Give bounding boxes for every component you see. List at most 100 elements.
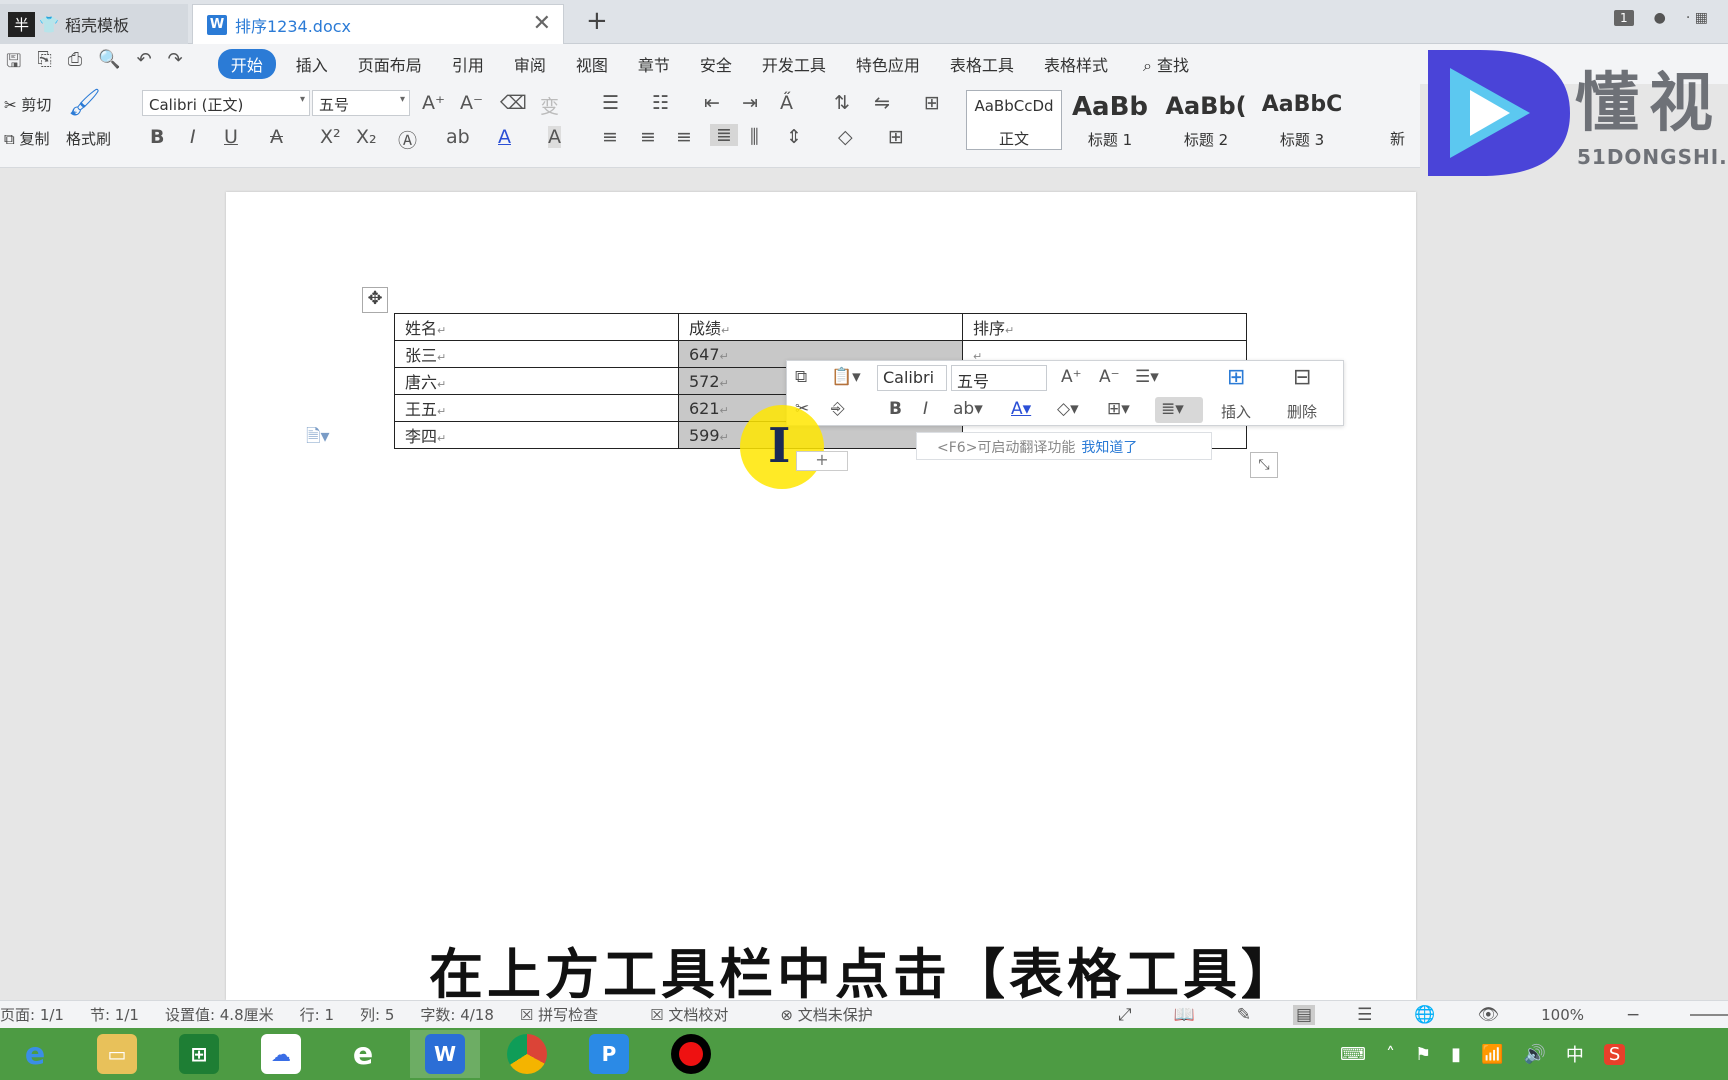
taskbar-ie[interactable]: e: [0, 1030, 70, 1078]
menu-table-style[interactable]: 表格样式: [1044, 52, 1108, 76]
keyboard-icon[interactable]: ⌨: [1340, 1044, 1366, 1065]
status-proofread[interactable]: ☒ 文档校对: [650, 1004, 754, 1025]
format-painter-label[interactable]: 格式刷: [66, 128, 111, 149]
taskbar-p-app[interactable]: P: [574, 1030, 644, 1078]
menu-security[interactable]: 安全: [700, 52, 732, 76]
align-left-icon[interactable]: ≡: [602, 126, 618, 148]
shrink-font-icon[interactable]: A⁻: [1099, 367, 1120, 387]
table-header-cell[interactable]: 姓名↵: [394, 313, 679, 341]
page-view-icon[interactable]: ▤: [1293, 1004, 1316, 1025]
taskbar-store[interactable]: ⊞: [164, 1030, 234, 1078]
grow-font-icon[interactable]: A⁺: [1061, 367, 1082, 387]
save-icon[interactable]: 🖫: [6, 49, 21, 79]
status-words[interactable]: 字数: 4/18: [420, 1004, 494, 1025]
change-case-icon[interactable]: A̋: [780, 92, 793, 114]
status-spell-check[interactable]: ☒ 拼写检查: [520, 1004, 624, 1025]
eye-protect-icon[interactable]: 👁: [1478, 1005, 1500, 1025]
distributed-icon[interactable]: ⫼: [750, 126, 759, 148]
borders-icon[interactable]: ⊞: [888, 126, 904, 148]
superscript-icon[interactable]: X²: [320, 126, 341, 148]
increase-indent-icon[interactable]: ⇥: [742, 92, 758, 114]
tip-dismiss-link[interactable]: 我知道了: [1081, 440, 1137, 456]
line-spacing-icon[interactable]: ⇋: [874, 92, 890, 114]
style-heading-2[interactable]: AaBb( 标题 2: [1158, 90, 1254, 150]
italic-icon[interactable]: I: [923, 399, 928, 419]
borders-icon[interactable]: ⊞▾: [1107, 399, 1130, 419]
search-menu[interactable]: ⌕ 查找: [1143, 52, 1189, 76]
delete-table-icon[interactable]: ⊟: [1293, 365, 1311, 390]
table-header-cell[interactable]: 成绩↵: [678, 313, 963, 341]
taskbar-chrome[interactable]: [492, 1030, 562, 1078]
align-icon[interactable]: ≣▾: [1161, 399, 1184, 419]
font-size-select[interactable]: 五号 ▾: [312, 90, 410, 116]
menu-special[interactable]: 特色应用: [856, 52, 920, 76]
strikethrough-icon[interactable]: A: [270, 126, 283, 148]
new-tab-button[interactable]: +: [586, 6, 608, 36]
bold-icon[interactable]: B: [150, 126, 164, 148]
taskbar-recorder[interactable]: [656, 1030, 726, 1078]
ime-indicator[interactable]: 中: [1566, 1041, 1584, 1067]
paste-options-icon[interactable]: 🗎▾: [306, 424, 330, 454]
table-cell[interactable]: 李四↵: [394, 421, 679, 449]
window-count-badge[interactable]: 1: [1614, 10, 1634, 26]
clear-format-icon[interactable]: ⌫: [500, 92, 527, 114]
subscript-icon[interactable]: X₂: [356, 126, 377, 148]
copy-button[interactable]: ⧉ 复制: [4, 128, 50, 149]
tray-chevron-up-icon[interactable]: ˄: [1386, 1044, 1395, 1065]
table-cell[interactable]: 张三↵: [394, 340, 679, 368]
text-effect-icon[interactable]: Ⓐ: [398, 126, 417, 153]
menu-developer[interactable]: 开发工具: [762, 52, 826, 76]
copy-icon[interactable]: ⧉: [795, 367, 807, 387]
menu-page-layout[interactable]: 页面布局: [358, 52, 422, 76]
underline-icon[interactable]: U: [224, 126, 238, 148]
insert-table-icon[interactable]: ⊞: [1227, 365, 1245, 390]
menu-view[interactable]: 视图: [576, 52, 608, 76]
mini-insert-label[interactable]: 插入: [1221, 401, 1251, 422]
phonetic-icon[interactable]: 变: [540, 92, 559, 119]
outline-view-icon[interactable]: ☰: [1357, 1005, 1372, 1025]
bold-icon[interactable]: B: [889, 399, 902, 419]
table-resize-icon[interactable]: ⤡: [1250, 452, 1278, 478]
highlight-icon[interactable]: ab▾: [953, 399, 983, 419]
edit-mode-icon[interactable]: ✎: [1237, 1005, 1251, 1025]
taskbar-wps[interactable]: W: [410, 1030, 480, 1078]
italic-icon[interactable]: I: [190, 126, 196, 148]
read-mode-icon[interactable]: 📖: [1174, 1005, 1195, 1025]
undo-icon[interactable]: ↶: [137, 49, 152, 79]
table-move-handle-icon[interactable]: ✥: [362, 287, 388, 313]
char-shading-icon[interactable]: A: [548, 126, 561, 148]
print-icon[interactable]: ⎙: [68, 49, 82, 79]
menu-sections[interactable]: 章节: [638, 52, 670, 76]
paragraph-spacing-icon[interactable]: ⇕: [786, 126, 802, 148]
format-painter-icon[interactable]: ⎆: [831, 399, 845, 419]
taskbar-explorer[interactable]: ▭: [82, 1030, 152, 1078]
justify-icon[interactable]: ≣: [710, 124, 738, 146]
numbered-list-icon[interactable]: ☷: [652, 92, 669, 114]
mini-font-name-select[interactable]: Calibri: [877, 365, 947, 391]
fullscreen-icon[interactable]: ⤢: [1118, 1005, 1132, 1025]
print-preview-icon[interactable]: 🔍: [98, 49, 120, 79]
user-avatar-icon[interactable]: ●: [1654, 10, 1666, 26]
web-view-icon[interactable]: 🌐: [1414, 1005, 1435, 1025]
new-style-label[interactable]: 新: [1390, 128, 1405, 149]
style-normal[interactable]: AaBbCcDd 正文: [966, 90, 1062, 150]
network-icon[interactable]: 📶: [1481, 1044, 1503, 1065]
style-heading-3[interactable]: AaBbC 标题 3: [1254, 90, 1350, 150]
font-color-icon[interactable]: A: [498, 126, 511, 148]
redo-icon[interactable]: ↷: [168, 49, 183, 79]
font-color-icon[interactable]: A▾: [1011, 399, 1031, 419]
menu-table-tools[interactable]: 表格工具: [950, 52, 1014, 76]
taskbar-cloud[interactable]: ☁: [246, 1030, 316, 1078]
menu-references[interactable]: 引用: [452, 52, 484, 76]
status-page[interactable]: 页面: 1/1: [0, 1004, 64, 1025]
show-marks-icon[interactable]: ⊞: [924, 92, 940, 114]
mini-font-size-select[interactable]: 五号: [951, 365, 1047, 391]
grow-font-icon[interactable]: A⁺: [422, 92, 445, 114]
mini-delete-label[interactable]: 删除: [1287, 401, 1317, 422]
font-name-select[interactable]: Calibri (正文) ▾: [142, 90, 310, 116]
zoom-level[interactable]: 100%: [1541, 1006, 1584, 1024]
taskbar-browser[interactable]: e: [328, 1030, 398, 1078]
table-cell[interactable]: 唐六↵: [394, 367, 679, 395]
table-header-cell[interactable]: 排序↵: [962, 313, 1247, 341]
align-right-icon[interactable]: ≡: [676, 126, 692, 148]
